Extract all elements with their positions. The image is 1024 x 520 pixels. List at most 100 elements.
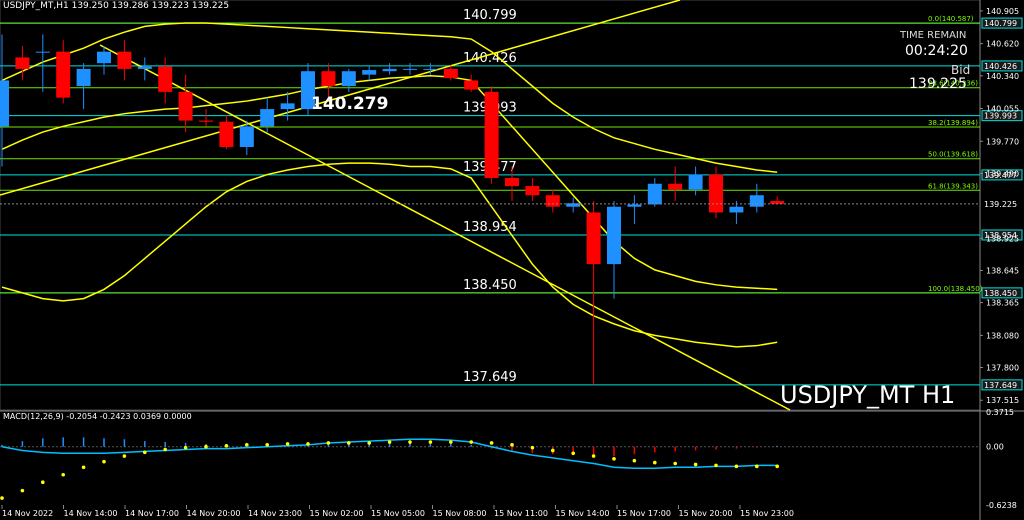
macd-signal-dot [204,444,208,449]
candle-body [586,212,601,265]
x-tick-label: 15 Nov 08:00 [433,509,487,518]
current-price-label: 139.225 [984,200,1017,209]
macd-header: MACD(12,26,9) -0.2054 -0.2423 0.0369 0.0… [3,412,192,421]
axis-level-label: 140.426 [984,62,1017,71]
candle-body [56,51,71,98]
price-chart[interactable]: 140.799140.799140.426140.426139.993139.9… [0,0,1024,520]
x-tick-label: 15 Nov 23:00 [740,509,794,518]
candle-body [403,68,417,70]
level-label-large: 140.279 [311,94,389,114]
macd-signal-dot [61,472,65,477]
candle-body [464,80,479,90]
macd-signal-dot [469,440,474,444]
bid-label: Bid [951,63,971,77]
candle-body [362,70,377,75]
bid-value: 139.225 [909,76,967,92]
candle-body [97,51,111,64]
macd-signal-dot [387,440,392,444]
x-tick-label: 14 Nov 23:00 [248,509,302,518]
x-tick-label: 15 Nov 05:00 [371,509,425,518]
chart-symbol: USDJPY_MT,H1 [3,1,69,11]
x-tick-label: 15 Nov 11:00 [494,509,548,518]
level-label: 138.954 [463,220,517,235]
y-tick-label: 139.490 [986,169,1019,178]
candle-body [749,195,764,207]
y-tick-label: 137.515 [986,396,1019,405]
level-label: 137.649 [463,370,517,385]
axis-level-label: 137.649 [984,381,1017,390]
macd-signal-dot [306,442,310,446]
fib-label: 0.0(140.587) [928,15,974,23]
candle-body [15,57,30,69]
candle-body [647,183,662,205]
macd-signal-dot [755,464,759,469]
macd-signal-dot [102,459,106,464]
macd-signal-dot [571,451,575,456]
macd-signal-dot [428,440,433,444]
symbol-watermark: USDJPY_MT H1 [780,381,956,409]
candle-body [688,174,703,190]
band-middle-line [1,75,778,291]
macd-signal-dot [489,441,494,445]
macd-signal-dot [163,447,167,452]
level-label: 140.799 [463,8,517,23]
fib-label: 61.8(139.343) [928,182,978,190]
y-tick-label: 140.620 [986,40,1019,49]
x-tick-label: 15 Nov 17:00 [617,509,671,518]
x-tick-label: 15 Nov 14:00 [556,509,610,518]
candle-body [423,68,438,70]
macd-y-tick-label: 0.00 [986,443,1004,452]
axis-level-label: 138.450 [984,289,1017,298]
x-tick-label: 15 Nov 02:00 [310,509,364,518]
candle-body [280,103,295,110]
y-tick-label: 139.770 [986,137,1019,146]
candle-body [607,206,621,265]
y-tick-label: 138.925 [986,234,1019,243]
candle-body [484,91,499,179]
macd-signal-dot [530,445,535,450]
macd-signal-dot [183,445,188,450]
candle-body [505,178,519,187]
fib-label: 50.0(139.618) [928,151,978,159]
fib-label: 38.2(139.894) [928,119,978,127]
macd-y-tick-label: -0.6238 [986,501,1017,510]
macd-signal-dot [673,461,677,466]
x-tick-label: 14 Nov 17:00 [125,509,179,518]
macd-signal-dot [0,496,4,500]
candle-body [525,186,540,196]
macd-signal-dot [122,454,127,458]
band-upper-line [1,22,778,174]
fib-label: 100.0(138.450) [928,285,983,293]
candle-body [627,204,642,207]
candle-body [668,183,683,190]
macd-signal-dot [326,441,331,445]
macd-signal-dot [265,443,270,447]
macd-signal-dot [245,443,249,447]
candle-body [35,51,50,53]
y-tick-label: 138.645 [986,266,1019,275]
candle-body [178,91,193,121]
candle-body [382,68,397,72]
macd-signal-dot [734,464,739,469]
macd-signal-dot [347,441,351,445]
chart-ohlc: 139.250 139.286 139.223 139.225 [71,1,230,11]
candle-body [219,121,234,148]
macd-signal-dot [408,440,412,444]
candle-body [239,126,254,148]
macd-signal-dot [551,448,555,453]
macd-signal-dot [693,462,698,467]
chart-header: USDJPY_MT,H1 139.250 139.286 139.223 139… [3,1,229,11]
time-remain-label: TIME REMAIN [900,30,967,41]
axis-level-label: 140.799 [984,19,1017,28]
candle-body [137,66,152,69]
macd-signal-dot [591,454,596,458]
macd-signal-dot [41,480,45,485]
candle-body [260,109,275,127]
x-tick-label: 14 Nov 14:00 [64,509,118,518]
level-label: 138.450 [463,278,517,293]
candle-body [321,71,336,87]
y-tick-label: 140.905 [986,7,1019,16]
y-tick-label: 138.365 [986,299,1019,308]
x-tick-label: 14 Nov 2022 [2,509,53,518]
macd-signal-dot [143,450,147,455]
